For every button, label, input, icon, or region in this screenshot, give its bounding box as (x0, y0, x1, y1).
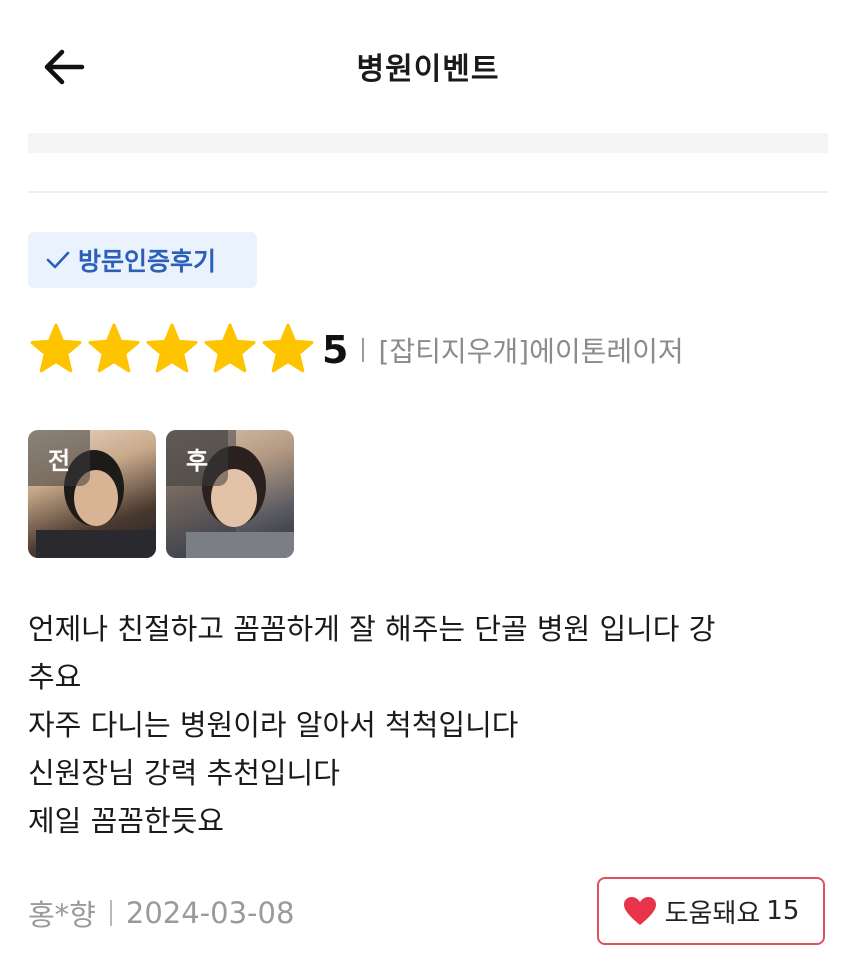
review-line: 추요 (28, 660, 82, 694)
page-title: 병원이벤트 (356, 52, 500, 87)
top-spacer-band (28, 133, 828, 153)
review-date: 2024-03-08 (125, 896, 295, 930)
author-name: 홍*향 (28, 898, 96, 932)
star-icon (204, 323, 256, 373)
review-text: 언제나 친절하고 꼼꼼하게 잘 해주는 단골 병원 입니다 강 추요 자주 다니… (28, 605, 828, 845)
after-photo[interactable]: 후 (166, 430, 294, 558)
heart-icon (623, 897, 656, 925)
divider-bar (109, 900, 112, 926)
section-divider (28, 191, 828, 193)
star-icon (30, 323, 82, 373)
star-icon (146, 323, 198, 373)
rating-score: 5 (322, 328, 349, 372)
helpful-label: 도움돼요 (664, 898, 761, 929)
star-rating (28, 322, 318, 378)
divider-bar (362, 338, 365, 362)
helpful-count: 15 (766, 896, 800, 926)
rating-row: 5 [잡티지우개]에이톤레이저 (28, 320, 684, 380)
badge-label: 방문인증후기 (78, 247, 217, 276)
star-icon (88, 323, 140, 373)
star-icon (262, 323, 314, 373)
review-line: 제일 꼼꼼한듯요 (28, 804, 224, 838)
review-line: 자주 다니는 병원이라 알아서 척척입니다 (28, 708, 519, 742)
review-meta: 홍*향 2024-03-08 (28, 890, 294, 936)
photo-tag-after: 후 (166, 430, 228, 486)
verified-visit-badge: 방문인증후기 (28, 232, 257, 288)
review-line: 신원장님 강력 추천입니다 (28, 756, 340, 790)
helpful-button[interactable]: 도움돼요 15 (597, 877, 825, 945)
review-line: 언제나 친절하고 꼼꼼하게 잘 해주는 단골 병원 입니다 강 (28, 612, 716, 646)
check-icon (46, 251, 70, 269)
before-photo[interactable]: 전 (28, 430, 156, 558)
app-header: 병원이벤트 (0, 0, 856, 130)
photo-tag-before: 전 (28, 430, 90, 486)
product-name: [잡티지우개]에이톤레이저 (378, 335, 684, 368)
